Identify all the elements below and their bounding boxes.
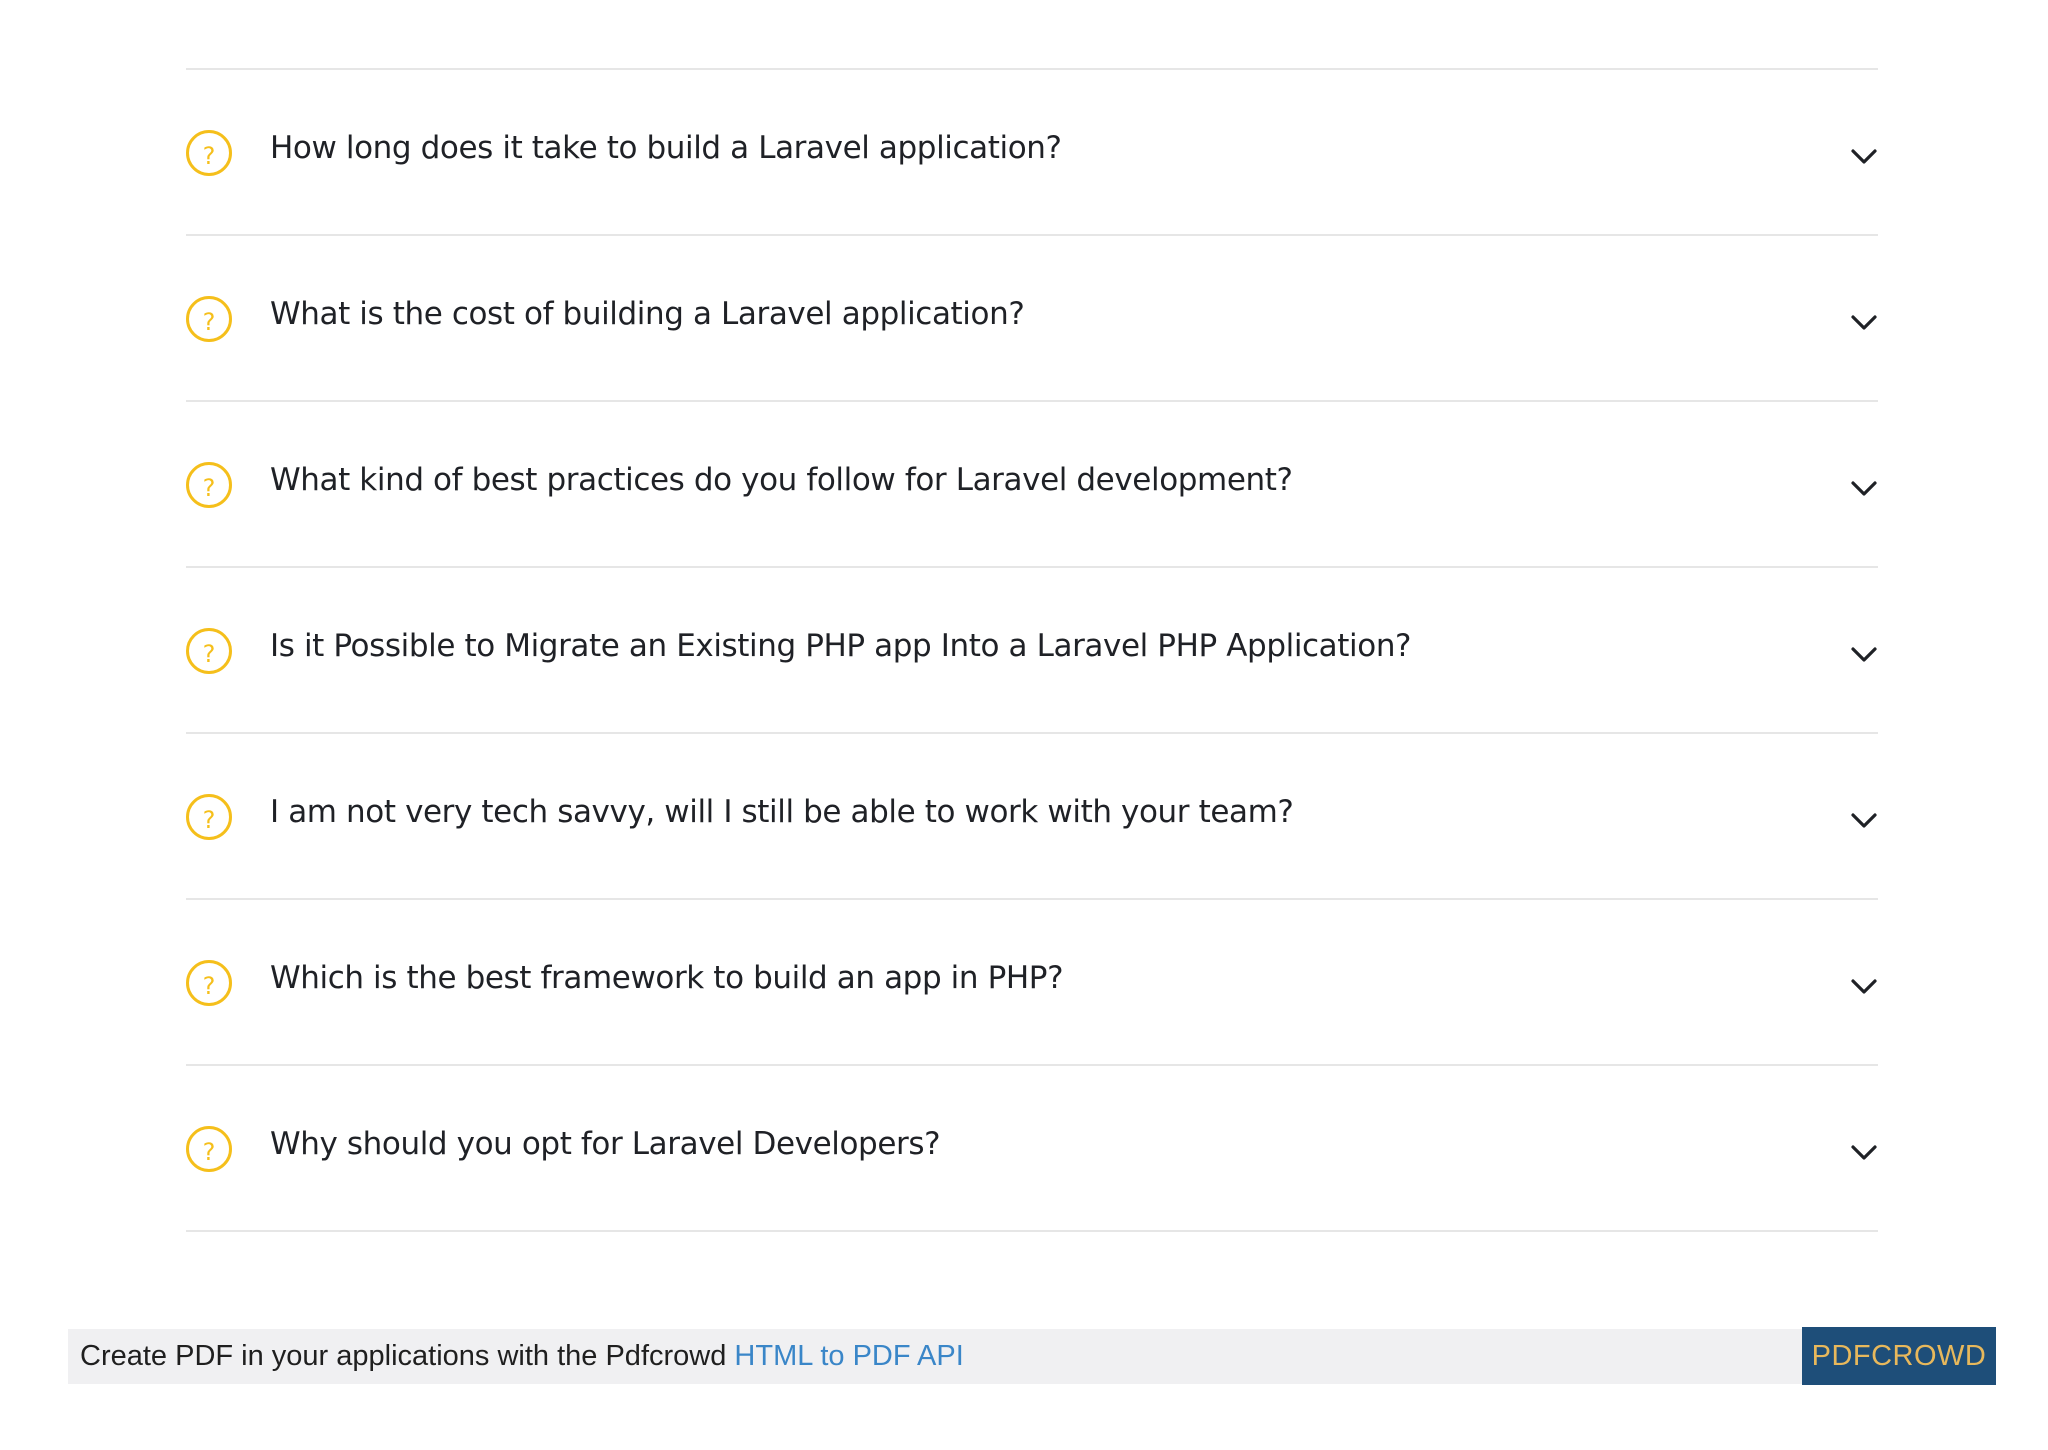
chevron-down-icon[interactable] bbox=[1850, 148, 1878, 166]
question-circle-icon: ? bbox=[186, 296, 232, 342]
question-circle-icon: ? bbox=[186, 960, 232, 1006]
chevron-down-icon[interactable] bbox=[1850, 978, 1878, 996]
pdfcrowd-footer-bar: Create PDF in your applications with the… bbox=[68, 1327, 1996, 1385]
footer-message: Create PDF in your applications with the… bbox=[80, 1340, 735, 1372]
chevron-down-icon[interactable] bbox=[1850, 646, 1878, 664]
chevron-down-icon[interactable] bbox=[1850, 314, 1878, 332]
question-circle-icon: ? bbox=[186, 628, 232, 674]
faq-question: Why should you opt for Laravel Developer… bbox=[270, 1126, 941, 1162]
chevron-down-icon[interactable] bbox=[1850, 480, 1878, 498]
pdfcrowd-brand-badge[interactable]: PDFCROWD bbox=[1802, 1327, 1996, 1385]
question-circle-icon: ? bbox=[186, 1126, 232, 1172]
faq-question: What kind of best practices do you follo… bbox=[270, 462, 1293, 498]
faq-question: I am not very tech savvy, will I still b… bbox=[270, 794, 1294, 830]
question-circle-icon: ? bbox=[186, 462, 232, 508]
faq-item[interactable]: ? How long does it take to build a Larav… bbox=[186, 70, 1878, 236]
chevron-down-icon[interactable] bbox=[1850, 812, 1878, 830]
faq-item[interactable]: ? Why should you opt for Laravel Develop… bbox=[186, 1066, 1878, 1232]
question-circle-icon: ? bbox=[186, 130, 232, 176]
faq-list: ? How long does it take to build a Larav… bbox=[186, 68, 1878, 1232]
faq-question: Which is the best framework to build an … bbox=[270, 960, 1064, 996]
faq-item[interactable]: ? Is it Possible to Migrate an Existing … bbox=[186, 568, 1878, 734]
faq-question: What is the cost of building a Laravel a… bbox=[270, 296, 1025, 332]
faq-question: Is it Possible to Migrate an Existing PH… bbox=[270, 628, 1412, 664]
faq-item[interactable]: ? What is the cost of building a Laravel… bbox=[186, 236, 1878, 402]
faq-question: How long does it take to build a Laravel… bbox=[270, 130, 1062, 166]
footer-text: Create PDF in your applications with the… bbox=[80, 1329, 964, 1384]
html-to-pdf-api-link[interactable]: HTML to PDF API bbox=[734, 1340, 963, 1372]
question-circle-icon: ? bbox=[186, 794, 232, 840]
faq-item[interactable]: ? Which is the best framework to build a… bbox=[186, 900, 1878, 1066]
faq-item[interactable]: ? What kind of best practices do you fol… bbox=[186, 402, 1878, 568]
faq-item[interactable]: ? I am not very tech savvy, will I still… bbox=[186, 734, 1878, 900]
chevron-down-icon[interactable] bbox=[1850, 1144, 1878, 1162]
